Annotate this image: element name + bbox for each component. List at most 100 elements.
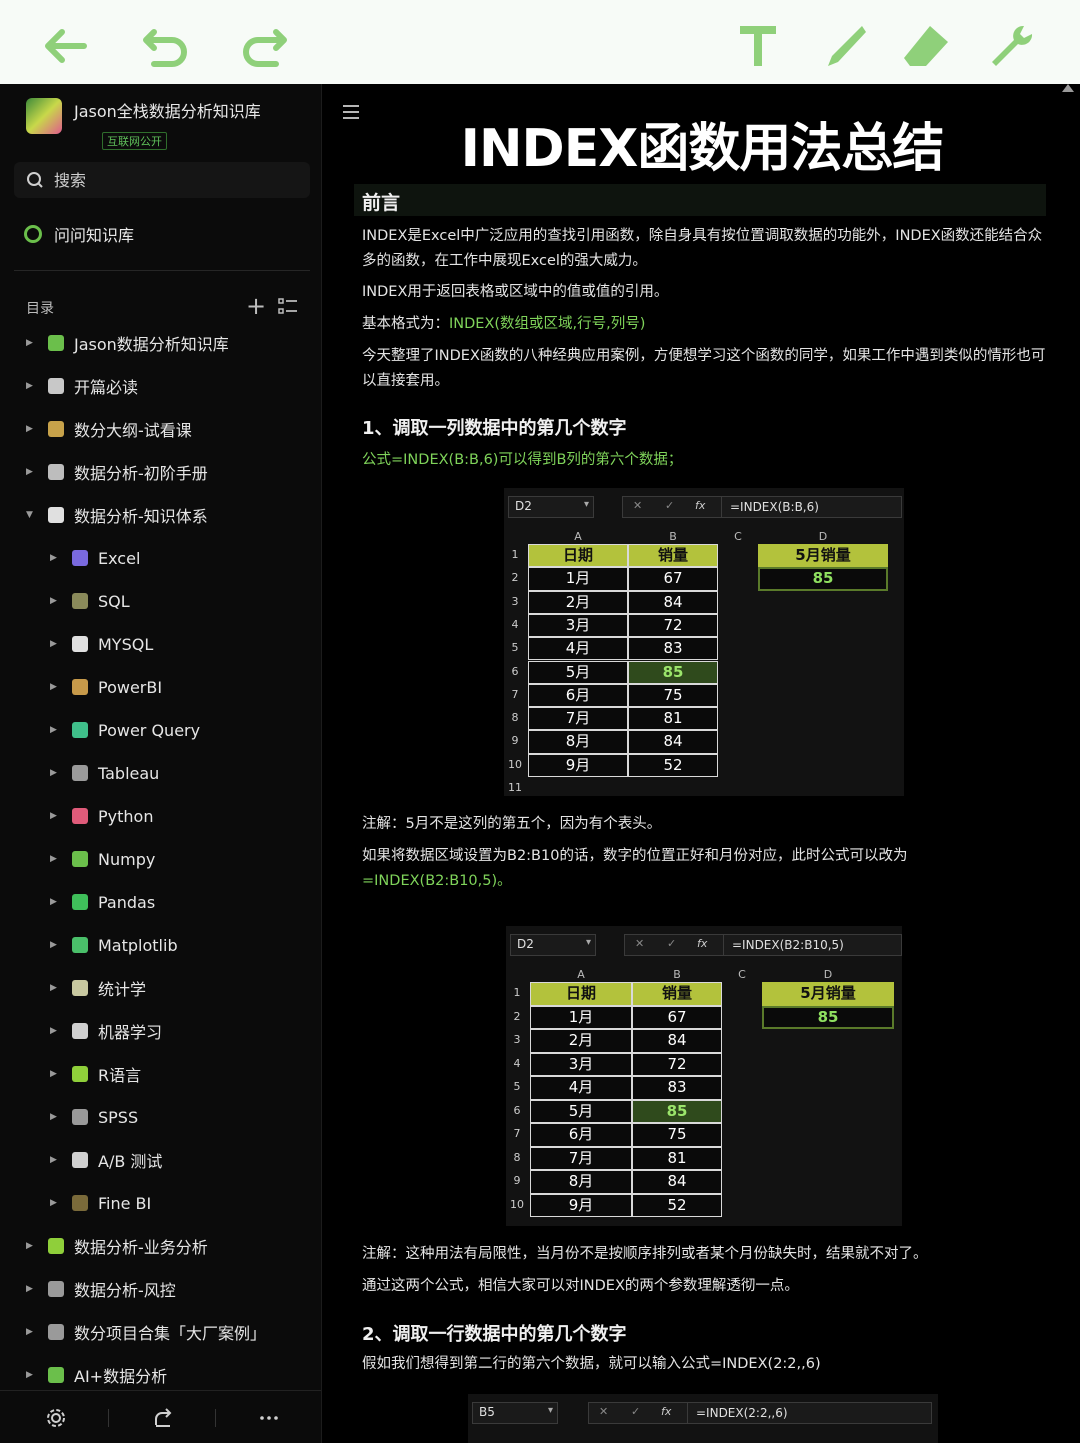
- confirm-icon[interactable]: ✓: [665, 499, 674, 512]
- column-header[interactable]: D: [758, 530, 888, 543]
- chevron-right-icon[interactable]: ▶: [50, 682, 62, 692]
- table-cell[interactable]: 75: [632, 1123, 722, 1147]
- sidebar-item[interactable]: ▶ MYSQL: [50, 629, 153, 659]
- sidebar-item[interactable]: ▶ Python: [50, 801, 153, 831]
- table-cell[interactable]: 2月: [530, 1029, 632, 1053]
- sidebar-item[interactable]: ▶ 数分大纲-试看课: [26, 414, 192, 444]
- column-header[interactable]: B: [632, 968, 722, 981]
- row-header[interactable]: 4: [504, 618, 526, 631]
- table-cell[interactable]: 84: [628, 590, 718, 614]
- cancel-icon[interactable]: ✕: [599, 1405, 608, 1418]
- ask-knowledge-base[interactable]: 问问知识库: [24, 220, 134, 248]
- chevron-right-icon[interactable]: ▶: [50, 725, 62, 735]
- chevron-right-icon[interactable]: ▶: [50, 983, 62, 993]
- row-header[interactable]: 8: [506, 1151, 528, 1164]
- table-cell[interactable]: 销量: [628, 544, 718, 568]
- formula-input[interactable]: =INDEX(B:B,6): [722, 496, 902, 518]
- function-icon[interactable]: fx: [695, 499, 705, 512]
- table-cell[interactable]: 3月: [528, 613, 628, 638]
- table-cell[interactable]: 52: [632, 1193, 722, 1217]
- sidebar-item[interactable]: ▶ SQL: [50, 586, 130, 616]
- sidebar-item[interactable]: ▶ Matplotlib: [50, 930, 178, 960]
- table-cell[interactable]: 2月: [528, 590, 628, 614]
- row-header[interactable]: 11: [504, 781, 526, 794]
- table-cell[interactable]: 日期: [530, 982, 632, 1006]
- row-header[interactable]: 3: [504, 595, 526, 608]
- table-cell[interactable]: 84: [632, 1170, 722, 1194]
- table-cell[interactable]: 52: [628, 753, 718, 777]
- row-header[interactable]: 3: [506, 1033, 528, 1046]
- row-header[interactable]: 7: [504, 688, 526, 701]
- row-header[interactable]: 8: [504, 711, 526, 724]
- column-header[interactable]: B: [628, 530, 718, 543]
- chevron-right-icon[interactable]: ▶: [26, 1284, 38, 1294]
- row-header[interactable]: 6: [506, 1104, 528, 1117]
- sidebar-item[interactable]: ▶ SPSS: [50, 1102, 138, 1132]
- sidebar-item[interactable]: ▼ 数据分析-知识体系: [26, 500, 208, 530]
- chevron-right-icon[interactable]: ▶: [26, 1241, 38, 1251]
- chevron-right-icon[interactable]: ▶: [26, 338, 38, 348]
- table-cell[interactable]: 67: [632, 1005, 722, 1029]
- chevron-right-icon[interactable]: ▶: [50, 639, 62, 649]
- table-cell[interactable]: 81: [628, 707, 718, 731]
- row-header[interactable]: 1: [504, 548, 526, 561]
- chevron-down-icon[interactable]: ▼: [26, 510, 38, 520]
- table-cell[interactable]: 4月: [530, 1076, 632, 1100]
- knowledge-base-header[interactable]: Jason全栈数据分析知识库 互联网公开: [26, 96, 316, 150]
- chevron-right-icon[interactable]: ▶: [50, 940, 62, 950]
- table-cell[interactable]: 84: [628, 730, 718, 754]
- row-header[interactable]: 5: [506, 1080, 528, 1093]
- undo-icon[interactable]: [140, 22, 192, 70]
- pen-tool-icon[interactable]: [818, 22, 870, 70]
- table-cell[interactable]: 9月: [530, 1193, 632, 1217]
- row-header[interactable]: 2: [504, 571, 526, 584]
- sidebar-item[interactable]: ▶ Jason数据分析知识库: [26, 328, 229, 358]
- table-cell[interactable]: 7月: [530, 1146, 632, 1170]
- settings-gear-icon[interactable]: [45, 1407, 67, 1429]
- sidebar-item[interactable]: ▶ Numpy: [50, 844, 155, 874]
- table-cell[interactable]: 85: [628, 660, 718, 684]
- sidebar-item[interactable]: ▶ Fine BI: [50, 1188, 151, 1218]
- sidebar-item[interactable]: ▶ Pandas: [50, 887, 155, 917]
- table-cell[interactable]: 1月: [528, 567, 628, 591]
- table-cell[interactable]: 8月: [530, 1170, 632, 1194]
- chevron-right-icon[interactable]: ▶: [26, 381, 38, 391]
- sidebar-item[interactable]: ▶ 数据分析-初阶手册: [26, 457, 208, 487]
- text-tool-icon[interactable]: [732, 22, 784, 70]
- table-cell[interactable]: 日期: [528, 544, 628, 568]
- name-box[interactable]: D2: [508, 496, 594, 518]
- result-value-cell[interactable]: 85: [762, 1005, 894, 1029]
- table-cell[interactable]: 84: [632, 1029, 722, 1053]
- table-cell[interactable]: 7月: [528, 707, 628, 731]
- column-header[interactable]: A: [530, 968, 632, 981]
- table-cell[interactable]: 5月: [530, 1099, 632, 1123]
- table-cell[interactable]: 销量: [632, 982, 722, 1006]
- table-cell[interactable]: 8月: [528, 730, 628, 754]
- chevron-right-icon[interactable]: ▶: [50, 1198, 62, 1208]
- sidebar-item[interactable]: ▶ Power Query: [50, 715, 200, 745]
- table-cell[interactable]: 81: [632, 1146, 722, 1170]
- sidebar-item[interactable]: ▶ 统计学: [50, 973, 146, 1003]
- search-input[interactable]: [54, 168, 294, 192]
- table-cell[interactable]: 6月: [528, 683, 628, 708]
- name-box[interactable]: B5: [472, 1402, 558, 1424]
- toc-list-icon[interactable]: [278, 296, 298, 316]
- eraser-tool-icon[interactable]: [900, 22, 952, 70]
- table-cell[interactable]: 83: [632, 1076, 722, 1100]
- table-cell[interactable]: 5月: [528, 660, 628, 684]
- menu-icon[interactable]: [342, 104, 360, 120]
- search-box[interactable]: [14, 162, 310, 198]
- sidebar-item[interactable]: ▶ Tableau: [50, 758, 159, 788]
- row-header[interactable]: 6: [504, 665, 526, 678]
- column-header[interactable]: D: [762, 968, 894, 981]
- chevron-right-icon[interactable]: ▶: [50, 596, 62, 606]
- column-header[interactable]: C: [718, 530, 758, 543]
- chevron-right-icon[interactable]: ▶: [50, 1112, 62, 1122]
- confirm-icon[interactable]: ✓: [667, 937, 676, 950]
- sidebar-item[interactable]: ▶ PowerBI: [50, 672, 162, 702]
- table-cell[interactable]: 1月: [530, 1005, 632, 1029]
- add-icon[interactable]: +: [246, 292, 266, 320]
- chevron-right-icon[interactable]: ▶: [50, 1155, 62, 1165]
- table-cell[interactable]: 72: [628, 613, 718, 638]
- row-header[interactable]: 4: [506, 1057, 528, 1070]
